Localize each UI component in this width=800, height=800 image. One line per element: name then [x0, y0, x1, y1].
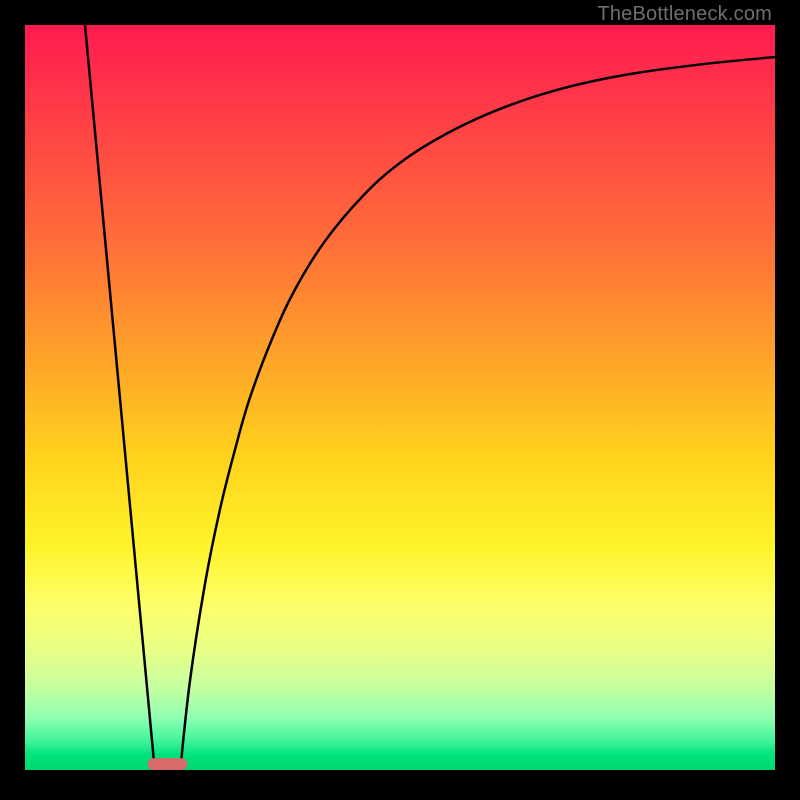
chart-stage: TheBottleneck.com	[0, 0, 800, 800]
watermark-text: TheBottleneck.com	[597, 3, 772, 26]
curve-layer	[25, 25, 775, 770]
optimum-marker	[148, 758, 188, 770]
plot-area	[25, 25, 775, 770]
left-line	[85, 25, 155, 770]
right-curve	[180, 57, 775, 770]
